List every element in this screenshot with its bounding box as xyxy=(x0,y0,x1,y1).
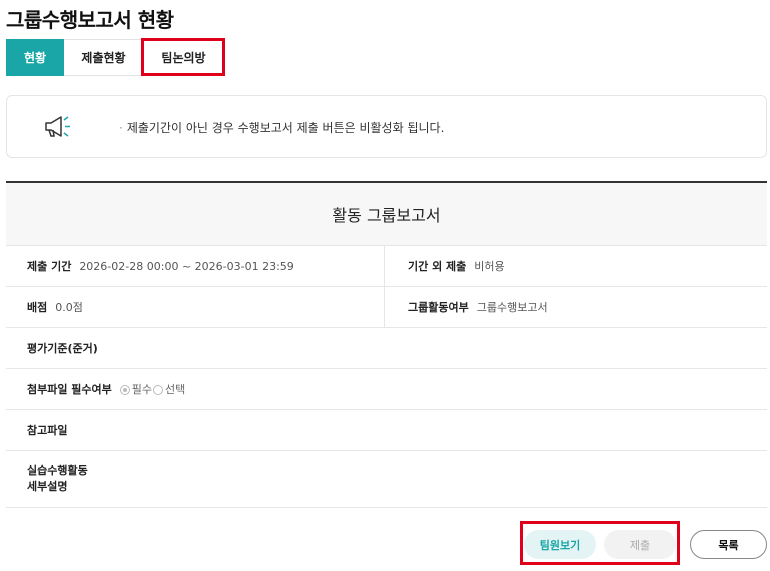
report-title: 활동 그룹보고서 xyxy=(6,183,767,246)
view-members-button[interactable]: 팀원보기 xyxy=(524,530,596,559)
late-submit-label: 기간 외 제출 xyxy=(408,260,467,273)
group-activity-label: 그룹활동여부 xyxy=(408,301,469,314)
radio-required-label: 필수 xyxy=(131,383,153,396)
group-activity-value: 그룹수행보고서 xyxy=(476,301,548,314)
row-criteria: 평가기준(준거) xyxy=(6,328,767,369)
list-button[interactable]: 목록 xyxy=(690,530,767,559)
row-score: 배점 0.0점 그룹활동여부 그룹수행보고서 xyxy=(6,287,767,328)
tab-team-discussion[interactable]: 팀논의방 xyxy=(144,39,224,76)
radio-optional-label: 선택 xyxy=(165,383,186,396)
tab-submission-status[interactable]: 제출현황 xyxy=(64,39,144,76)
reference-file-label: 참고파일 xyxy=(27,424,68,437)
row-description: 실습수행활동 세부설명 xyxy=(6,451,767,508)
notice-box: 제출기간이 아닌 경우 수행보고서 제출 버튼은 비활성화 됩니다. xyxy=(6,95,767,158)
report-panel: 활동 그룹보고서 제출 기간 2026-02-28 00:00 ~ 2026-0… xyxy=(6,181,767,508)
score-label: 배점 xyxy=(27,301,48,314)
description-label: 실습수행활동 세부설명 xyxy=(27,464,88,493)
radio-required[interactable] xyxy=(119,385,130,395)
tab-bar: 현황 제출현황 팀논의방 xyxy=(6,39,224,76)
row-reference-file: 참고파일 xyxy=(6,410,767,451)
page-title: 그룹수행보고서 현황 xyxy=(6,8,174,32)
score-value: 0.0점 xyxy=(55,301,83,314)
submit-period-value: 2026-02-28 00:00 ~ 2026-03-01 23:59 xyxy=(79,259,294,273)
submit-period-label: 제출 기간 xyxy=(27,260,72,273)
row-submit-period: 제출 기간 2026-02-28 00:00 ~ 2026-03-01 23:5… xyxy=(6,246,767,287)
criteria-label: 평가기준(준거) xyxy=(27,342,98,355)
tab-status[interactable]: 현황 xyxy=(6,39,64,76)
radio-optional[interactable] xyxy=(153,385,164,395)
row-attachment-required: 첨부파일 필수여부 필수 선택 xyxy=(6,369,767,410)
submit-button[interactable]: 제출 xyxy=(604,530,676,559)
late-submit-value: 비허용 xyxy=(474,260,505,273)
notice-text: 제출기간이 아닌 경우 수행보고서 제출 버튼은 비활성화 됩니다. xyxy=(119,119,445,136)
megaphone-icon xyxy=(45,116,70,137)
attachment-required-label: 첨부파일 필수여부 xyxy=(27,383,112,396)
